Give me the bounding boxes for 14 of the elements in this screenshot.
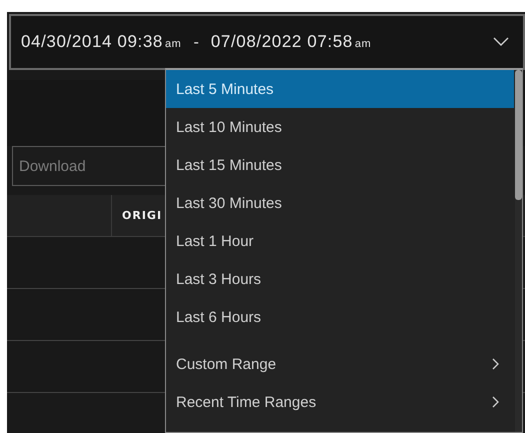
menu-item[interactable]: Last 10 Minutes [166, 108, 514, 146]
submenu-item[interactable]: Custom Range [166, 345, 514, 383]
range-separator: - [192, 33, 200, 51]
scrollbar-thumb[interactable] [515, 70, 522, 200]
date-range-field[interactable]: 04/30/2014 09:38 am - 07/08/2022 07:58 am [9, 14, 525, 70]
end-date: 07/08/2022 07:58 am [210, 32, 372, 52]
menu-item[interactable]: Last 1 Hour [166, 222, 514, 260]
menu-item[interactable]: Last 5 Minutes [166, 70, 514, 108]
menu-item[interactable]: Last 6 Hours [166, 298, 514, 336]
menu-item[interactable]: Last 3 Hours [166, 260, 514, 298]
start-date: 04/30/2014 09:38 am [21, 32, 182, 52]
menu-item[interactable]: Last 30 Minutes [166, 184, 514, 222]
chevron-down-icon[interactable] [493, 37, 509, 47]
submenu-item[interactable]: Recent Time Ranges [166, 383, 514, 421]
